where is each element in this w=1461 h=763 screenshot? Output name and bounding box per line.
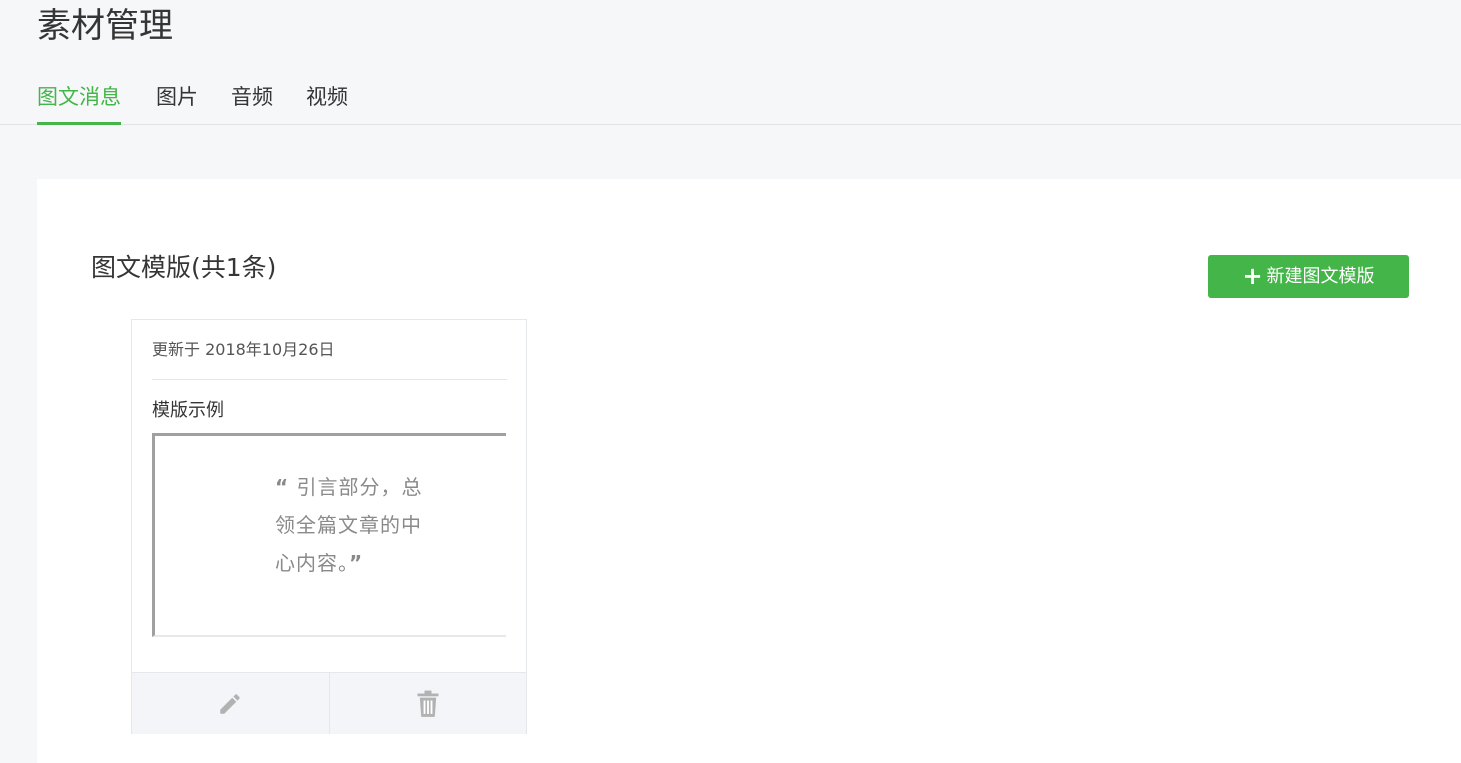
tab-news[interactable]: 图文消息 bbox=[37, 78, 121, 125]
tab-images[interactable]: 图片 bbox=[156, 78, 198, 122]
section-title: 图文模版(共1条) bbox=[91, 253, 277, 282]
template-preview: “ 引言部分，总领全篇文章的中心内容。” bbox=[152, 433, 506, 637]
new-template-button[interactable]: + 新建图文模版 bbox=[1208, 255, 1409, 298]
page-title: 素材管理 bbox=[37, 6, 173, 46]
pencil-icon bbox=[220, 693, 241, 714]
tab-audio[interactable]: 音频 bbox=[231, 78, 273, 122]
trash-icon bbox=[417, 690, 439, 717]
edit-button[interactable] bbox=[132, 673, 329, 734]
card-title: 模版示例 bbox=[152, 400, 224, 421]
tab-video[interactable]: 视频 bbox=[306, 78, 348, 122]
preview-quote: “ 引言部分，总领全篇文章的中心内容。” bbox=[275, 468, 431, 582]
close-quote-mark: ” bbox=[349, 551, 364, 575]
content-panel: 图文模版(共1条) + 新建图文模版 更新于 2018年10月26日 模版示例 “… bbox=[37, 179, 1461, 763]
new-template-button-label: 新建图文模版 bbox=[1266, 266, 1375, 287]
card-updated-date: 更新于 2018年10月26日 bbox=[152, 340, 335, 359]
plus-icon: + bbox=[1242, 262, 1263, 290]
template-card[interactable]: 更新于 2018年10月26日 模版示例 “ 引言部分，总领全篇文章的中心内容。… bbox=[131, 319, 527, 734]
card-divider bbox=[152, 379, 507, 380]
tab-bar: 图文消息 图片 音频 视频 bbox=[0, 78, 1461, 125]
card-actions bbox=[132, 672, 526, 734]
open-quote-mark: “ bbox=[275, 475, 290, 499]
delete-button[interactable] bbox=[328, 673, 527, 734]
